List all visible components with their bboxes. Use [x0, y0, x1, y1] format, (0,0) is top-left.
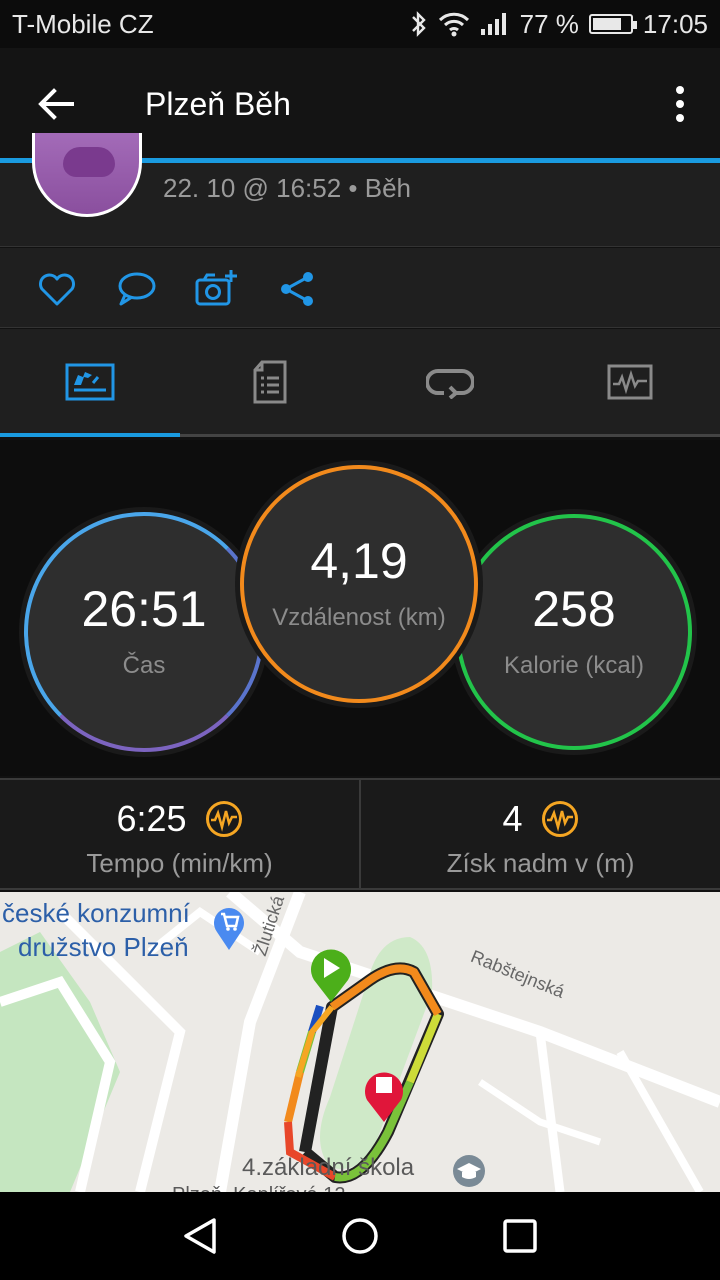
finish-marker-icon[interactable] — [362, 1066, 406, 1124]
activity-tabs — [0, 329, 720, 437]
system-nav-bar — [0, 1192, 720, 1280]
school-address-label: Plzeň, Kaplířová 12 — [172, 1184, 345, 1192]
elevation-metric[interactable]: 4 Získ nadm v (m) — [361, 780, 720, 890]
clock: 17:05 — [642, 8, 708, 39]
distance-ring: 4,19 Vzdálenost (km) — [240, 465, 478, 703]
time-ring: 26:51 Čas — [24, 512, 264, 752]
summary-stats: 26:51 Čas 258 Kalorie (kcal) 4,19 Vzdále… — [0, 440, 720, 776]
nav-home-button[interactable] — [330, 1206, 390, 1266]
share-icon[interactable] — [276, 268, 318, 310]
page-title: Plzeň Běh — [145, 85, 291, 122]
arrow-left-icon — [38, 88, 74, 120]
distance-label: Vzdálenost (km) — [272, 604, 446, 631]
charts-icon — [607, 364, 653, 399]
elevation-label: Získ nadm v (m) — [446, 848, 635, 878]
activity-header: 22. 10 @ 16:52 • Běh — [0, 133, 720, 247]
nav-back-button[interactable] — [170, 1206, 230, 1266]
calories-value: 258 — [532, 581, 616, 637]
back-triangle-icon — [184, 1218, 216, 1254]
distance-value: 4,19 — [310, 533, 408, 589]
route-map[interactable]: české konzumní družstvo Plzeň Žlutická R… — [0, 892, 720, 1192]
school-label: 4.základní škola — [242, 1154, 415, 1181]
carrier-name: T-Mobile CZ — [12, 8, 154, 39]
calories-label: Kalorie (kcal) — [503, 652, 645, 679]
social-actions — [0, 248, 720, 328]
tab-laps[interactable] — [360, 329, 540, 434]
signal-icon — [480, 13, 506, 35]
status-bar: T-Mobile CZ 77 % 17:05 — [0, 0, 720, 48]
pulse-icon — [205, 801, 242, 837]
heart-icon[interactable] — [36, 268, 78, 310]
map-poi-label-line2: družstvo Plzeň — [18, 932, 189, 962]
bluetooth-icon — [411, 11, 426, 37]
tab-charts[interactable] — [540, 329, 720, 434]
add-photo-icon[interactable] — [195, 268, 237, 310]
avatar[interactable] — [32, 133, 142, 217]
pace-value: 6:25 — [116, 798, 187, 839]
nav-recents-button[interactable] — [490, 1206, 550, 1266]
comment-icon[interactable] — [115, 268, 157, 310]
elevation-value: 4 — [502, 798, 523, 839]
details-icon — [253, 360, 287, 403]
laps-icon — [426, 368, 474, 399]
pace-label: Tempo (min/km) — [86, 848, 273, 878]
activity-meta: 22. 10 @ 16:52 • Běh — [163, 173, 412, 203]
active-tab-indicator — [0, 433, 180, 437]
recents-square-icon — [503, 1219, 537, 1253]
tab-overview[interactable] — [0, 329, 180, 434]
time-label: Čas — [122, 652, 166, 679]
pulse-icon — [541, 801, 578, 837]
calories-ring: 258 Kalorie (kcal) — [456, 514, 692, 750]
start-marker-icon[interactable] — [308, 946, 354, 1004]
more-vertical-icon — [676, 86, 684, 94]
battery-icon — [588, 14, 637, 34]
wifi-icon — [438, 12, 469, 37]
shopping-cart-marker-icon[interactable] — [212, 902, 246, 952]
battery-percent: 77 % — [519, 8, 579, 39]
pace-metric[interactable]: 6:25 Tempo (min/km) — [0, 780, 359, 890]
home-circle-icon — [342, 1218, 378, 1254]
time-value: 26:51 — [81, 581, 207, 637]
overview-icon — [65, 363, 115, 400]
school-icon[interactable] — [452, 1154, 486, 1188]
tab-details[interactable] — [180, 329, 360, 434]
metrics-row: 6:25 Tempo (min/km) 4 Získ nadm v (m) — [0, 778, 720, 890]
map-poi-label-line1: české konzumní — [2, 898, 190, 928]
more-menu-button[interactable] — [640, 48, 720, 160]
